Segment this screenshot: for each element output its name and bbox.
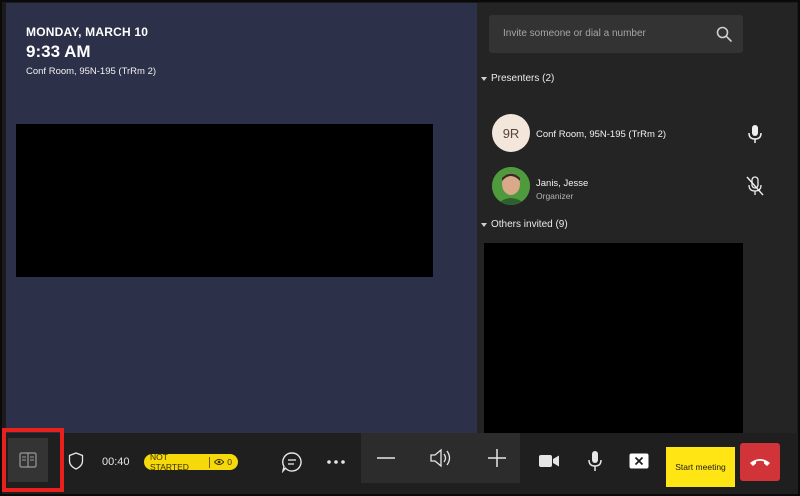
more-dots-icon [327, 460, 345, 464]
others-section-header[interactable]: Others invited (9) [481, 219, 568, 230]
meeting-date: MONDAY, MARCH 10 [26, 25, 149, 39]
eye-icon [214, 458, 225, 466]
invite-search-box[interactable]: Invite someone or dial a number [489, 15, 743, 53]
more-options-button[interactable] [324, 452, 348, 472]
chat-button[interactable] [280, 450, 304, 474]
minus-icon [377, 457, 395, 459]
microphone-button[interactable] [584, 448, 606, 474]
start-meeting-button[interactable]: Start meeting [666, 447, 735, 487]
shield-icon [68, 452, 84, 470]
search-icon[interactable] [715, 25, 733, 43]
speaker-icon [430, 448, 451, 468]
participant-name: Conf Room, 95N-195 (TrRm 2) [536, 129, 667, 140]
invite-search-placeholder[interactable]: Invite someone or dial a number [503, 28, 646, 39]
badge-divider [209, 456, 211, 468]
person-photo-icon [492, 167, 530, 205]
mic-on-icon[interactable] [745, 123, 765, 145]
volume-up-button[interactable] [483, 445, 511, 471]
mic-off-icon[interactable] [745, 175, 765, 197]
meeting-stage: MONDAY, MARCH 10 9:33 AM Conf Room, 95N-… [6, 3, 477, 433]
volume-control-group [361, 433, 520, 483]
plus-icon [488, 449, 506, 467]
hide-panel-button[interactable] [626, 450, 652, 472]
meeting-timer: 00:40 [102, 456, 130, 468]
security-button[interactable] [66, 450, 86, 472]
others-label: Others invited (9) [491, 219, 568, 230]
control-bar: 00:40 NOT STARTED 0 Start meeting [0, 433, 800, 496]
collapse-triangle-icon [481, 222, 487, 227]
participant-name: Janis, Jesse [536, 178, 589, 189]
collapse-triangle-icon [481, 76, 487, 81]
close-box-icon [629, 453, 649, 469]
microphone-icon [588, 451, 602, 471]
others-invited-list [484, 243, 743, 433]
avatar: 9R [492, 114, 530, 152]
viewer-count: 0 [227, 457, 233, 467]
status-text: NOT STARTED [150, 452, 189, 472]
meeting-status-badge: NOT STARTED 0 [144, 452, 238, 472]
hang-up-phone-icon [750, 459, 770, 466]
chat-icon [281, 452, 302, 473]
video-camera-icon [539, 455, 559, 467]
meeting-room: Conf Room, 95N-195 (TrRm 2) [26, 66, 157, 77]
shared-content-area [16, 124, 433, 277]
presenters-section-header[interactable]: Presenters (2) [481, 73, 554, 84]
meeting-time: 9:33 AM [26, 42, 91, 61]
hang-up-button[interactable] [740, 443, 780, 481]
avatar-photo [492, 167, 530, 205]
camera-button[interactable] [536, 449, 562, 473]
speaker-button[interactable] [427, 445, 455, 471]
presenters-label: Presenters (2) [491, 73, 555, 84]
participants-panel: Invite someone or dial a number Presente… [477, 3, 797, 433]
volume-down-button[interactable] [371, 446, 401, 470]
highlight-annotation [2, 428, 64, 492]
participant-role: Organizer [536, 191, 574, 201]
